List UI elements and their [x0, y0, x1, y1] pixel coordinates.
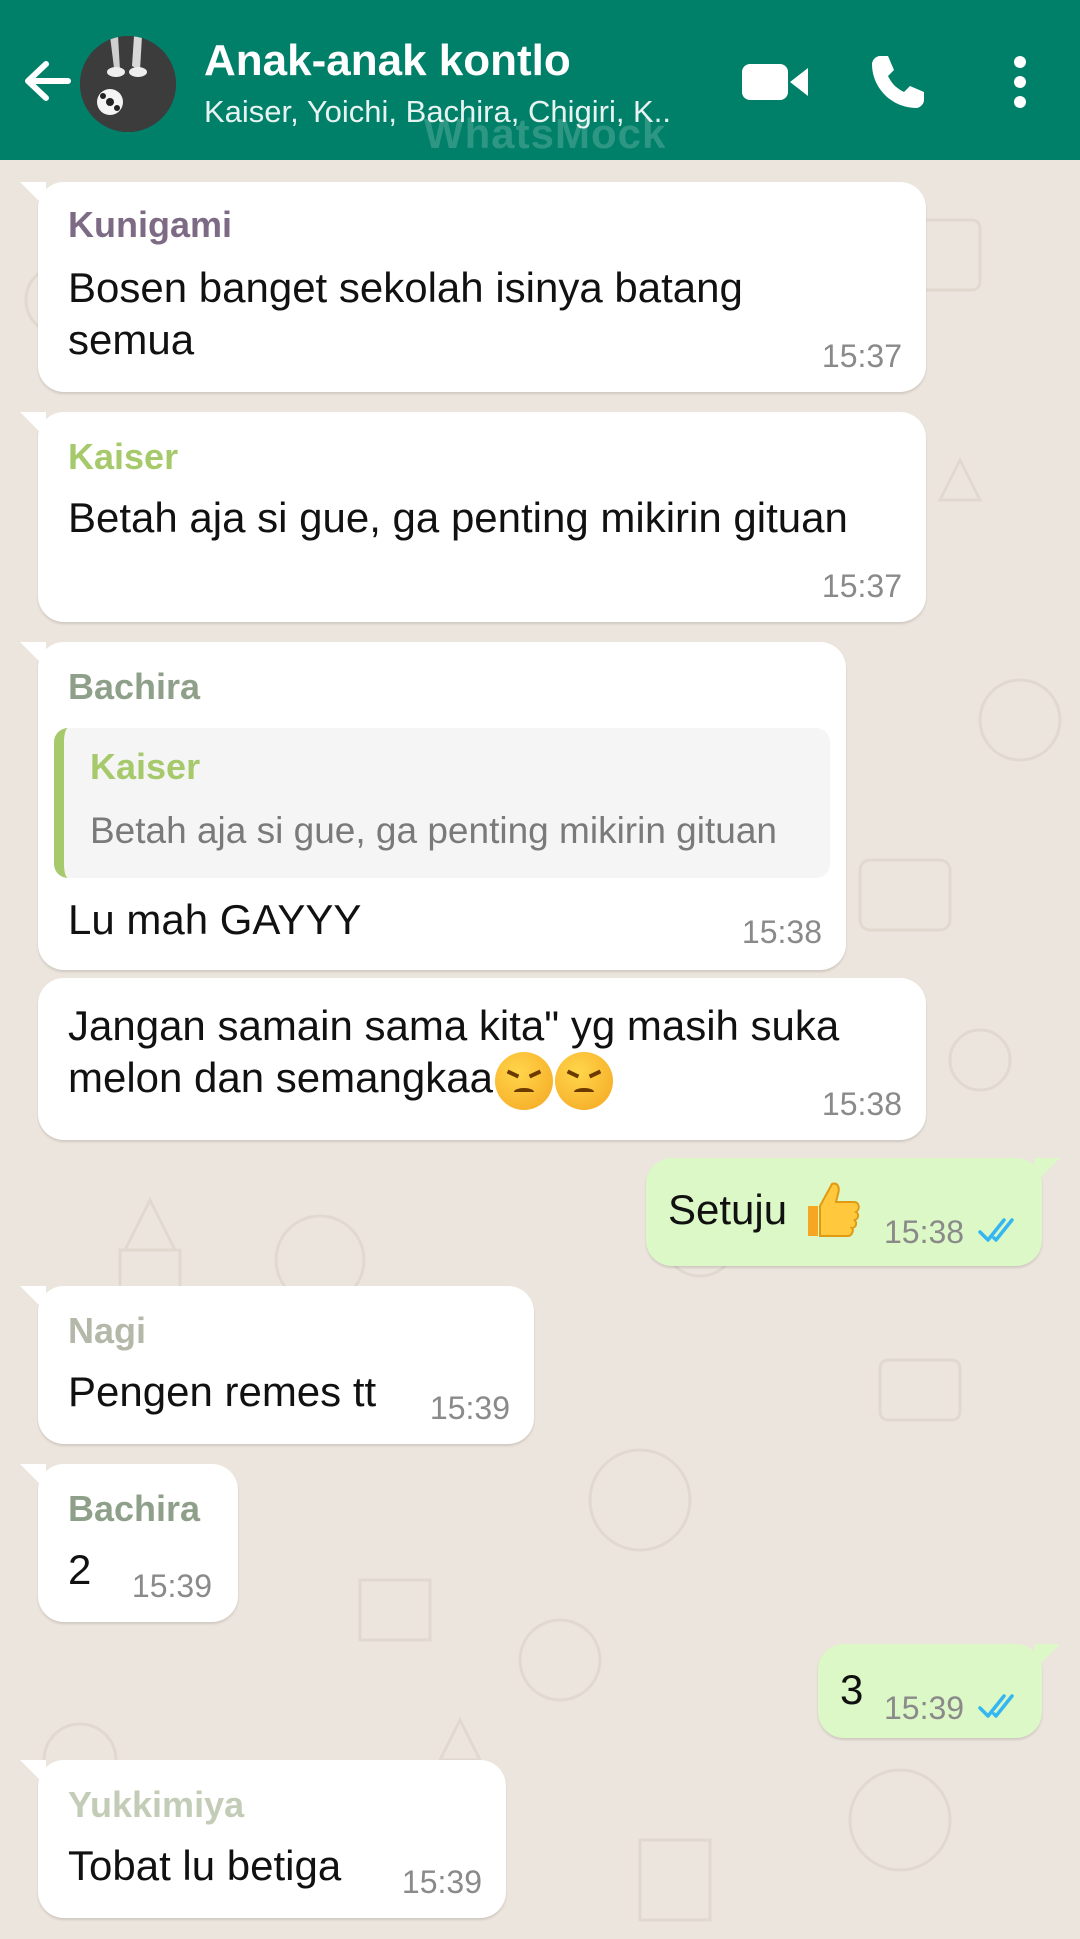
chat-area[interactable]: Kunigami Bosen banget sekolah isinya bat…	[0, 160, 1080, 1939]
message-sender[interactable]: Bachira	[68, 1488, 200, 1530]
message-sender[interactable]: Nagi	[68, 1310, 146, 1352]
message-text: Lu mah GAYYY	[68, 896, 362, 943]
message-bubble-incoming[interactable]: Bachira Kaiser Betah aja si gue, ga pent…	[20, 642, 846, 970]
message-bubble-incoming[interactable]: Yukkimiya Tobat lu betiga 15:39	[20, 1760, 506, 1918]
message-sender[interactable]: Kaiser	[68, 436, 178, 478]
message-sender[interactable]: Bachira	[68, 666, 200, 708]
message-bubble-incoming[interactable]: Kunigami Bosen banget sekolah isinya bat…	[20, 182, 926, 392]
message-bubble-incoming[interactable]: Kaiser Betah aja si gue, ga penting miki…	[20, 412, 926, 622]
more-vert-icon[interactable]	[1000, 50, 1040, 114]
message-sender[interactable]: Kunigami	[68, 204, 232, 246]
message-text: Setuju	[668, 1186, 788, 1233]
message-time: 15:39	[401, 1864, 482, 1900]
message-text: Betah aja si gue, ga penting mikirin git…	[68, 494, 848, 541]
quoted-text: Betah aja si gue, ga penting mikirin git…	[90, 810, 777, 851]
quoted-message[interactable]: Kaiser Betah aja si gue, ga penting miki…	[54, 728, 830, 878]
group-avatar[interactable]	[80, 36, 176, 132]
quoted-sender: Kaiser	[90, 746, 201, 787]
message-text: 2	[68, 1546, 92, 1593]
video-call-icon[interactable]	[740, 52, 812, 112]
persevering-face-emoji	[494, 1052, 553, 1110]
message-sender[interactable]: Yukkimiya	[68, 1784, 244, 1826]
thumbs-up-emoji	[808, 1182, 860, 1237]
chat-header: Anak-anak kontlo Kaiser, Yoichi, Bachira…	[0, 0, 1080, 160]
message-text: Tobat lu betiga	[68, 1842, 342, 1889]
message-text-content: Jangan samain sama kita" yg masih suka m…	[68, 1002, 840, 1102]
message-time: 15:38	[741, 914, 822, 950]
message-text: 3	[840, 1666, 864, 1713]
message-text: Jangan samain sama kita" yg masih suka m…	[68, 1000, 898, 1110]
back-arrow-icon[interactable]	[18, 52, 76, 110]
message-bubble-outgoing[interactable]: Setuju 15:38	[646, 1158, 1060, 1266]
group-title[interactable]: Anak-anak kontlo	[204, 36, 571, 86]
message-time: 15:39	[131, 1568, 212, 1604]
message-text: Pengen remes tt	[68, 1368, 377, 1415]
message-bubble-outgoing[interactable]: 3 15:39	[818, 1644, 1060, 1738]
persevering-face-emoji	[554, 1052, 613, 1110]
message-text: Bosen banget sekolah isinya batang semua	[68, 264, 743, 363]
message-time: 15:37	[821, 338, 902, 374]
message-time: 15:38	[884, 1214, 965, 1250]
watermark: WhatsMock	[424, 110, 667, 157]
message-time: 15:37	[821, 568, 902, 604]
read-receipt-icon	[978, 1218, 1014, 1242]
message-time: 15:39	[429, 1390, 510, 1426]
message-time: 15:38	[821, 1086, 902, 1122]
read-receipt-icon	[978, 1694, 1014, 1718]
message-bubble-incoming[interactable]: Nagi Pengen remes tt 15:39	[20, 1286, 534, 1444]
message-bubble-incoming[interactable]: Bachira 2 15:39	[20, 1464, 238, 1622]
message-bubble-incoming[interactable]: Jangan samain sama kita" yg masih suka m…	[38, 978, 926, 1140]
phone-icon[interactable]	[866, 50, 930, 114]
message-time: 15:39	[884, 1690, 965, 1726]
